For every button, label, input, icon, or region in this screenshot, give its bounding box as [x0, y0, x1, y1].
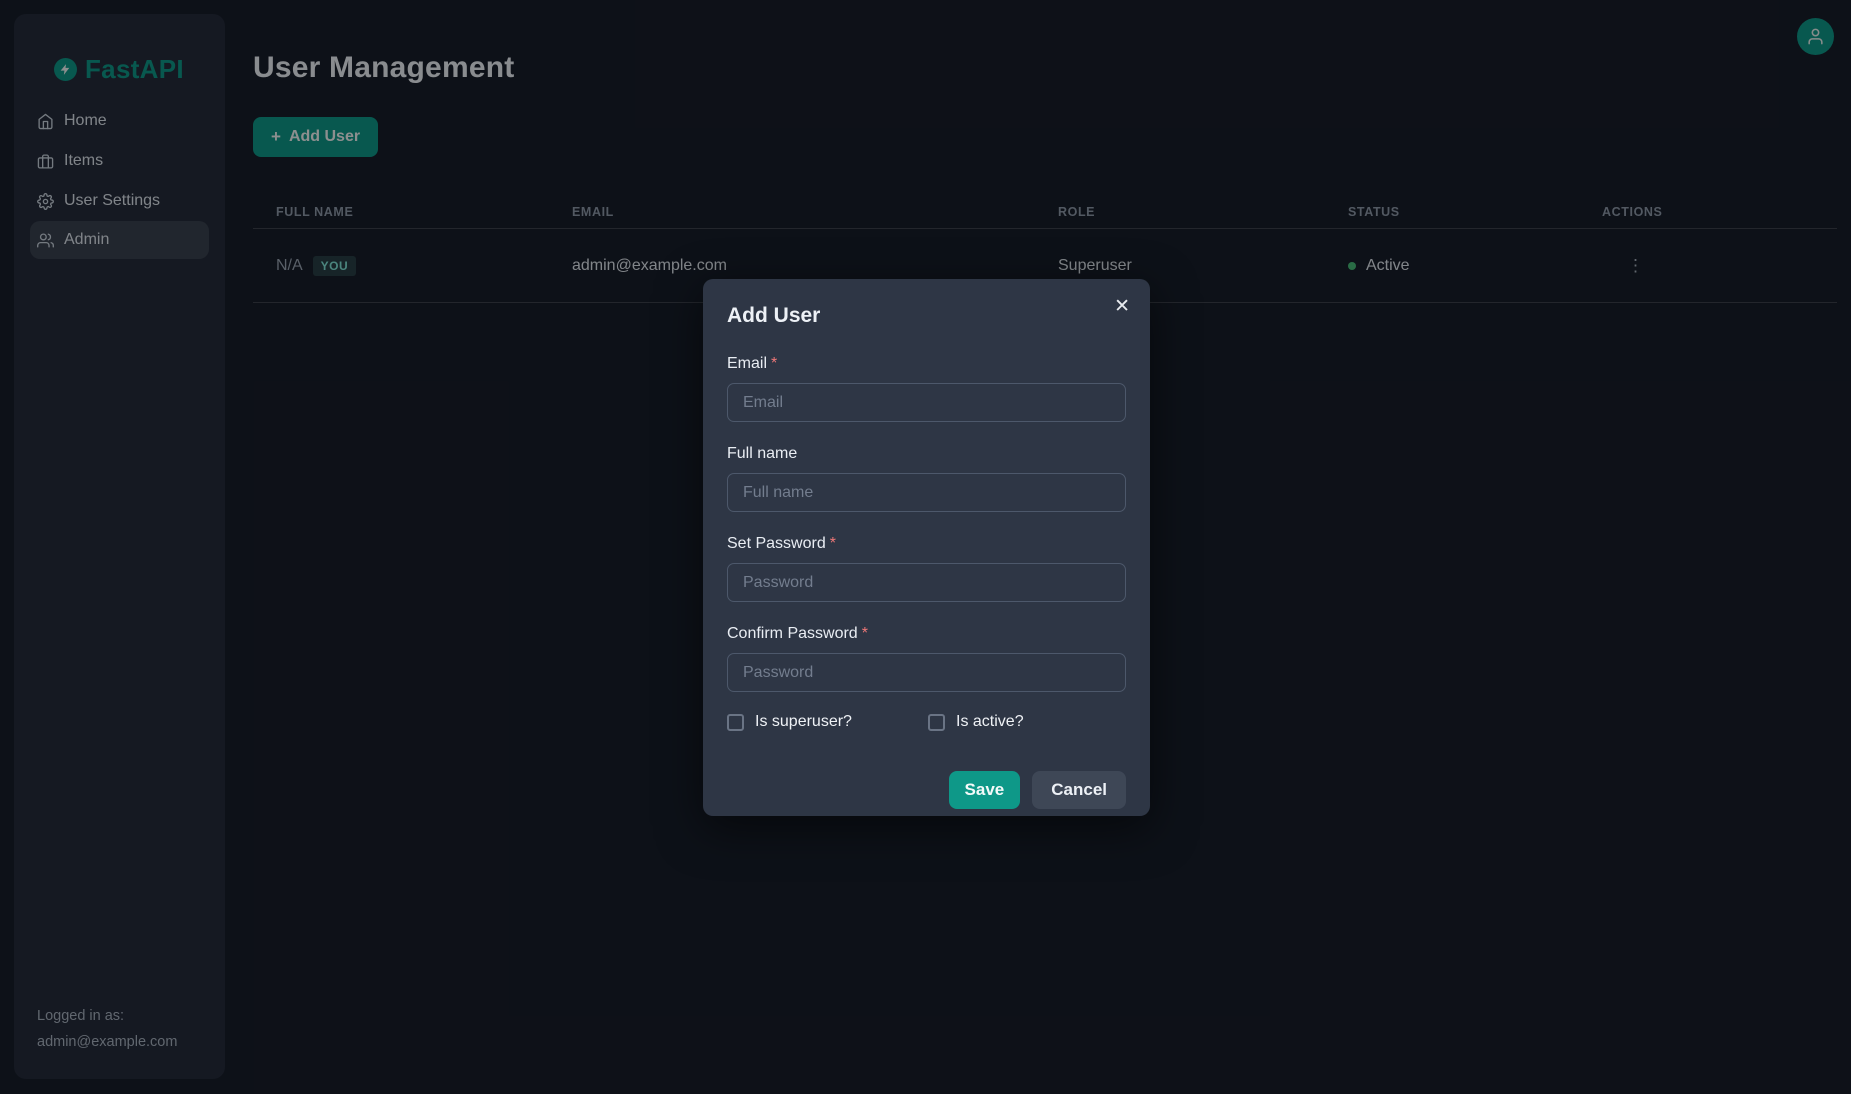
required-asterisk: *	[862, 625, 868, 642]
full-name-field[interactable]	[727, 473, 1126, 512]
close-icon[interactable]: ✕	[1110, 293, 1134, 320]
is-superuser-checkbox[interactable]: Is superuser?	[727, 713, 928, 731]
confirm-password-label: Confirm Password*	[727, 624, 1126, 643]
modal-actions: Save Cancel	[727, 771, 1126, 809]
email-label: Email*	[727, 354, 1126, 373]
full-name-label: Full name	[727, 444, 1126, 463]
add-user-modal: Add User ✕ Email* Full name Set Password…	[703, 279, 1150, 816]
app-root: FastAPI Home Items User Settings	[0, 0, 1851, 1094]
required-asterisk: *	[830, 535, 836, 552]
set-password-field[interactable]	[727, 563, 1126, 602]
modal-title: Add User	[727, 303, 1126, 328]
checkbox-icon	[928, 714, 945, 731]
checkbox-icon	[727, 714, 744, 731]
email-field[interactable]	[727, 383, 1126, 422]
is-superuser-label: Is superuser?	[755, 713, 852, 731]
required-asterisk: *	[771, 355, 777, 372]
modal-checkboxes: Is superuser? Is active?	[727, 713, 1126, 731]
set-password-label: Set Password*	[727, 534, 1126, 553]
confirm-password-field[interactable]	[727, 653, 1126, 692]
is-active-label: Is active?	[956, 713, 1024, 731]
cancel-button[interactable]: Cancel	[1032, 771, 1126, 809]
is-active-checkbox[interactable]: Is active?	[928, 713, 1024, 731]
save-button[interactable]: Save	[949, 771, 1021, 809]
